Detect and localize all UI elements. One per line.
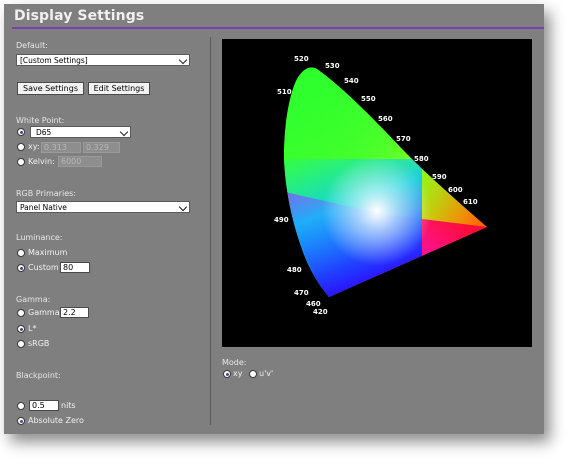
rgb-primaries-label: RGB Primaries: — [16, 189, 76, 198]
rgb-primaries-select[interactable]: Panel Native — [16, 201, 190, 213]
wavelength-label-560: 560 — [378, 115, 393, 123]
blackpoint-absolute-zero-radio[interactable] — [17, 417, 25, 425]
blackpoint-unit-label: nits — [61, 401, 76, 410]
wavelength-label-590: 590 — [432, 173, 447, 181]
default-select-value: [Custom Settings] — [20, 56, 88, 65]
blackpoint-label: Blackpoint: — [16, 371, 61, 380]
save-settings-button[interactable]: Save Settings — [17, 82, 84, 95]
white-point-xy-radio[interactable] — [17, 143, 25, 151]
default-label: Default: — [16, 41, 48, 50]
wavelength-label-580: 580 — [414, 155, 429, 163]
white-point-select[interactable]: D65 — [30, 126, 131, 138]
white-point-kelvin-label: Kelvin: — [28, 157, 55, 166]
luminance-label: Luminance: — [16, 233, 63, 242]
chevron-down-icon — [178, 55, 188, 65]
column-divider — [210, 37, 211, 425]
wavelength-label-530: 530 — [325, 62, 340, 70]
wavelength-label-480: 480 — [287, 266, 302, 274]
wavelength-label-490: 490 — [274, 216, 289, 224]
blackpoint-value-radio[interactable] — [17, 402, 25, 410]
white-point-kelvin-input[interactable]: 6000 — [58, 156, 102, 167]
white-point-kelvin-radio[interactable] — [17, 158, 25, 166]
wavelength-label-550: 550 — [361, 95, 376, 103]
gamma-lstar-radio[interactable] — [17, 325, 25, 333]
white-point-select-value: D65 — [36, 128, 52, 137]
mode-uv-label: u'v' — [259, 369, 274, 378]
white-point-y-input[interactable]: 0.329 — [83, 142, 120, 153]
mode-xy-radio[interactable] — [223, 370, 231, 378]
title-underline — [12, 27, 544, 29]
wavelength-label-420: 420 — [313, 308, 328, 316]
chevron-down-icon — [119, 127, 129, 137]
blackpoint-absolute-zero-label: Absolute Zero — [28, 416, 84, 425]
wavelength-label-610: 610 — [463, 198, 478, 206]
white-point-label: White Point: — [16, 116, 65, 125]
luminance-custom-label: Custom — [28, 263, 59, 272]
mode-uv-radio[interactable] — [249, 370, 257, 378]
luminance-maximum-radio[interactable] — [17, 249, 25, 257]
mode-label: Mode: — [222, 358, 247, 367]
blackpoint-value-input[interactable]: 0.5 — [29, 400, 59, 411]
page-title: Display Settings — [14, 8, 145, 24]
wavelength-label-540: 540 — [344, 77, 359, 85]
luminance-custom-input[interactable]: 80 — [60, 262, 90, 273]
gamut-fill — [284, 67, 487, 297]
display-settings-panel: Display Settings Default: [Custom Settin… — [4, 4, 544, 434]
edit-settings-button[interactable]: Edit Settings — [88, 82, 150, 95]
chevron-down-icon — [178, 202, 188, 212]
wavelength-label-510: 510 — [277, 88, 292, 96]
default-select[interactable]: [Custom Settings] — [16, 54, 190, 66]
gamma-gamma-label: Gamma — [28, 308, 60, 317]
gamma-gamma-radio[interactable] — [17, 309, 25, 317]
wavelength-label-520: 520 — [294, 55, 309, 63]
mode-xy-label: xy — [233, 369, 243, 378]
luminance-maximum-label: Maximum — [28, 248, 68, 257]
wavelength-label-570: 570 — [396, 135, 411, 143]
gamma-srgb-radio[interactable] — [17, 340, 25, 348]
luminance-custom-radio[interactable] — [17, 264, 25, 272]
white-point-preset-radio[interactable] — [17, 128, 25, 136]
wavelength-label-470: 470 — [294, 289, 309, 297]
white-point-xy-label: xy: — [28, 142, 40, 151]
rgb-primaries-select-value: Panel Native — [20, 203, 67, 212]
white-point-x-input[interactable]: 0.313 — [41, 142, 81, 153]
chromaticity-diagram[interactable]: 520 530 540 550 560 570 580 590 600 610 510 490 480 4… — [222, 39, 532, 347]
chromaticity-svg: 520 530 540 550 560 570 580 590600610 510 490 480 4… — [274, 55, 487, 316]
wavelength-label-600: 600 — [448, 186, 463, 194]
gamma-srgb-label: sRGB — [28, 339, 50, 348]
wavelength-label-460: 460 — [306, 300, 321, 308]
gamma-value-input[interactable]: 2.2 — [60, 307, 89, 318]
gamma-lstar-label: L* — [28, 324, 37, 333]
gamma-label: Gamma: — [16, 295, 51, 304]
